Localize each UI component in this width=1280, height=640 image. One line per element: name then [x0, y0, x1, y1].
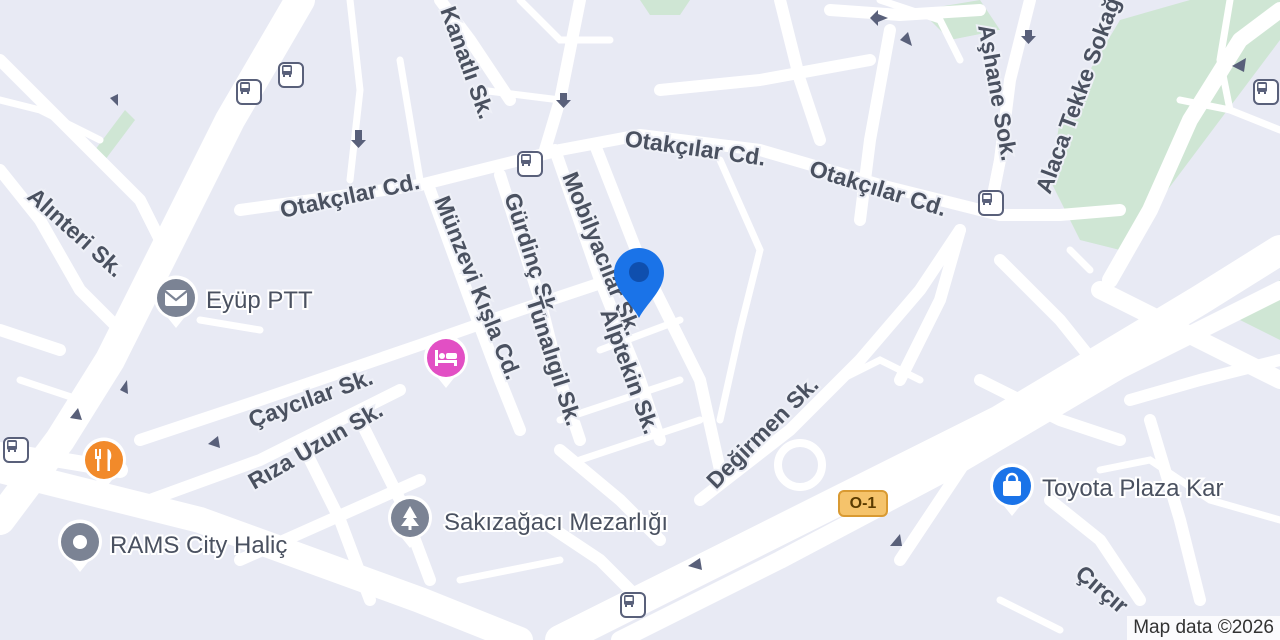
bus-stop-icon[interactable] — [978, 190, 1004, 216]
hotel-icon — [424, 335, 468, 388]
mail-icon — [154, 275, 198, 328]
bus-stop-icon[interactable] — [278, 62, 304, 88]
map-canvas[interactable]: Kanatlı Sk. Otakçılar Cd. Otakçılar Cd. … — [0, 0, 1280, 640]
tree-icon — [388, 495, 432, 548]
bus-stop-icon[interactable] — [3, 437, 29, 463]
bus-stop-icon[interactable] — [517, 151, 543, 177]
shopping-bag-icon — [990, 463, 1034, 516]
restaurant-icon — [82, 437, 126, 490]
bus-stop-icon[interactable] — [236, 79, 262, 105]
road-shield-o1: O-1 — [838, 490, 888, 517]
bus-stop-icon[interactable] — [1253, 79, 1279, 105]
location-pin-icon — [614, 248, 664, 318]
poi-label-rams: RAMS City Haliç — [110, 532, 287, 559]
bus-stop-icon[interactable] — [620, 592, 646, 618]
poi-label-ptt: Eyüp PTT — [206, 287, 313, 314]
place-icon — [58, 519, 102, 572]
poi-label-mezarligi: Sakızağacı Mezarlığı — [444, 509, 668, 536]
map-attribution[interactable]: Map data ©2026 — [1127, 616, 1280, 640]
poi-label-toyota: Toyota Plaza Kar — [1042, 475, 1223, 502]
